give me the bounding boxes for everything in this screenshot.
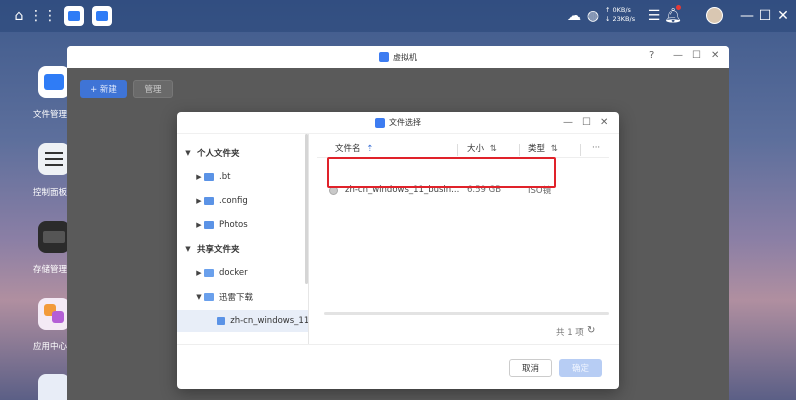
- more-columns-icon[interactable]: ···: [592, 143, 600, 153]
- column-divider[interactable]: [519, 144, 520, 156]
- folder-icon: [204, 197, 214, 205]
- maximize-icon[interactable]: ☐: [756, 7, 774, 25]
- caret-right-icon[interactable]: ▶: [194, 221, 204, 229]
- col-size-header[interactable]: 大小 ⇅: [467, 142, 497, 154]
- tree-item-photos[interactable]: ▶ Photos: [177, 214, 308, 236]
- photo-folder-icon: [204, 221, 214, 229]
- shared-folder-icon: [204, 269, 214, 277]
- shared-folder-icon: [204, 293, 214, 301]
- vm-close-icon[interactable]: ✕: [711, 50, 719, 61]
- vm-maximize-icon[interactable]: ☐: [692, 50, 701, 61]
- cloud-icon[interactable]: ☁: [565, 7, 583, 25]
- close-icon[interactable]: ✕: [774, 7, 792, 25]
- tree-personal-folder[interactable]: ▼ 个人文件夹: [177, 142, 308, 164]
- sort-icon[interactable]: ⇅: [490, 144, 497, 154]
- dialog-minimize-icon[interactable]: —: [563, 117, 573, 128]
- dialog-footer: 取消 确定: [177, 344, 619, 389]
- col-type-header[interactable]: 类型 ⇅: [528, 142, 558, 154]
- tree-shared-label: 共享文件夹: [197, 245, 240, 255]
- cancel-button[interactable]: 取消: [509, 359, 552, 377]
- home-icon[interactable]: ⌂: [10, 7, 28, 25]
- caret-down-icon[interactable]: ▼: [194, 293, 204, 301]
- refresh-icon[interactable]: ↻: [587, 325, 595, 336]
- tree-item-docker[interactable]: ▶ docker: [177, 262, 308, 284]
- vm-minimize-icon[interactable]: —: [673, 50, 683, 61]
- minimize-icon[interactable]: —: [738, 7, 756, 25]
- col-name-label: 文件名: [335, 143, 361, 154]
- storage-desktop-icon[interactable]: [38, 221, 70, 253]
- vm-window-title: 虚拟机: [393, 52, 417, 62]
- tree-item-label: .config: [219, 196, 248, 206]
- dialog-title: 文件选择: [389, 118, 421, 127]
- notification-dot: [676, 5, 681, 10]
- tree-item-label: zh-cn_windows_11_bu: [230, 316, 308, 326]
- folder-tree: ▼ 个人文件夹 ▶ .bt ▶ .config ▶ Photos ▼ 共享文件夹…: [177, 134, 309, 344]
- task-manager-icon[interactable]: [64, 6, 84, 26]
- caret-down-icon[interactable]: ▼: [183, 245, 193, 253]
- col-size-label: 大小: [467, 143, 485, 154]
- tree-item-bt[interactable]: ▶ .bt: [177, 166, 308, 188]
- disk-icon[interactable]: ◍: [584, 7, 602, 25]
- vm-app-icon: [379, 52, 389, 62]
- list-icon[interactable]: ☰: [645, 7, 663, 25]
- desktop-icon-partial[interactable]: [38, 374, 70, 400]
- avatar[interactable]: [706, 7, 723, 24]
- sort-asc-icon[interactable]: ⇡: [366, 144, 373, 154]
- tree-item-label: Photos: [219, 220, 248, 230]
- tree-shared-folder[interactable]: ▼ 共享文件夹: [177, 238, 308, 260]
- new-button[interactable]: + 新建: [80, 80, 127, 98]
- tree-item-label: docker: [219, 268, 248, 278]
- tree-item-config[interactable]: ▶ .config: [177, 190, 308, 212]
- caret-right-icon[interactable]: ▶: [194, 173, 204, 181]
- taskbar: ⌂ ⋮⋮ ☁ ◍ ↑ 0KB/s ↓ 23KB/s ☰ 🔔︎ — ☐ ✕: [0, 0, 796, 32]
- dialog-close-icon[interactable]: ✕: [600, 117, 608, 128]
- net-down: ↓ 23KB/s: [605, 15, 636, 23]
- file-manager-icon[interactable]: [92, 6, 112, 26]
- file-select-dialog: 文件选择 — ☐ ✕ ▼ 个人文件夹 ▶ .bt ▶ .config ▶ Pho…: [177, 112, 619, 389]
- file-manager-desktop-icon[interactable]: [38, 66, 70, 98]
- app-center-desktop-icon[interactable]: [38, 298, 70, 330]
- caret-down-icon[interactable]: ▼: [183, 149, 193, 157]
- caret-right-icon[interactable]: ▶: [194, 269, 204, 277]
- col-type-label: 类型: [528, 143, 546, 154]
- tree-item-xunlei[interactable]: ▼ 迅雷下载: [177, 286, 308, 308]
- dialog-titlebar[interactable]: 文件选择 — ☐ ✕: [177, 112, 619, 134]
- tree-scrollbar[interactable]: [305, 134, 308, 284]
- vm-window-titlebar[interactable]: 虚拟机 ? — ☐ ✕: [67, 46, 729, 68]
- folder-icon: [217, 317, 226, 325]
- sort-icon[interactable]: ⇅: [551, 144, 558, 154]
- folder-icon: [204, 173, 214, 181]
- tree-personal-label: 个人文件夹: [197, 149, 240, 159]
- network-speed: ↑ 0KB/s ↓ 23KB/s: [605, 6, 635, 24]
- app-grid-icon[interactable]: ⋮⋮: [29, 7, 57, 25]
- dialog-maximize-icon[interactable]: ☐: [582, 117, 591, 128]
- list-header: 文件名 ⇡ 大小 ⇅ 类型 ⇅ ···: [317, 138, 609, 158]
- column-divider[interactable]: [580, 144, 581, 156]
- tree-item-selected[interactable]: zh-cn_windows_11_bu: [177, 310, 308, 332]
- net-up: ↑ 0KB/s: [605, 6, 631, 14]
- control-panel-desktop-icon[interactable]: [38, 143, 70, 175]
- col-name-header[interactable]: 文件名 ⇡: [335, 142, 373, 154]
- dialog-app-icon: [375, 117, 385, 128]
- ok-button[interactable]: 确定: [559, 359, 602, 377]
- tree-item-label: 迅雷下载: [219, 293, 254, 303]
- column-divider[interactable]: [457, 144, 458, 156]
- selection-highlight: [327, 157, 556, 188]
- tree-item-label: .bt: [219, 172, 231, 182]
- item-count: 共 1 项: [556, 328, 584, 338]
- list-horizontal-scrollbar[interactable]: [324, 312, 609, 315]
- help-icon[interactable]: ?: [649, 50, 654, 61]
- manage-button[interactable]: 管理: [133, 80, 173, 98]
- caret-right-icon[interactable]: ▶: [194, 197, 204, 205]
